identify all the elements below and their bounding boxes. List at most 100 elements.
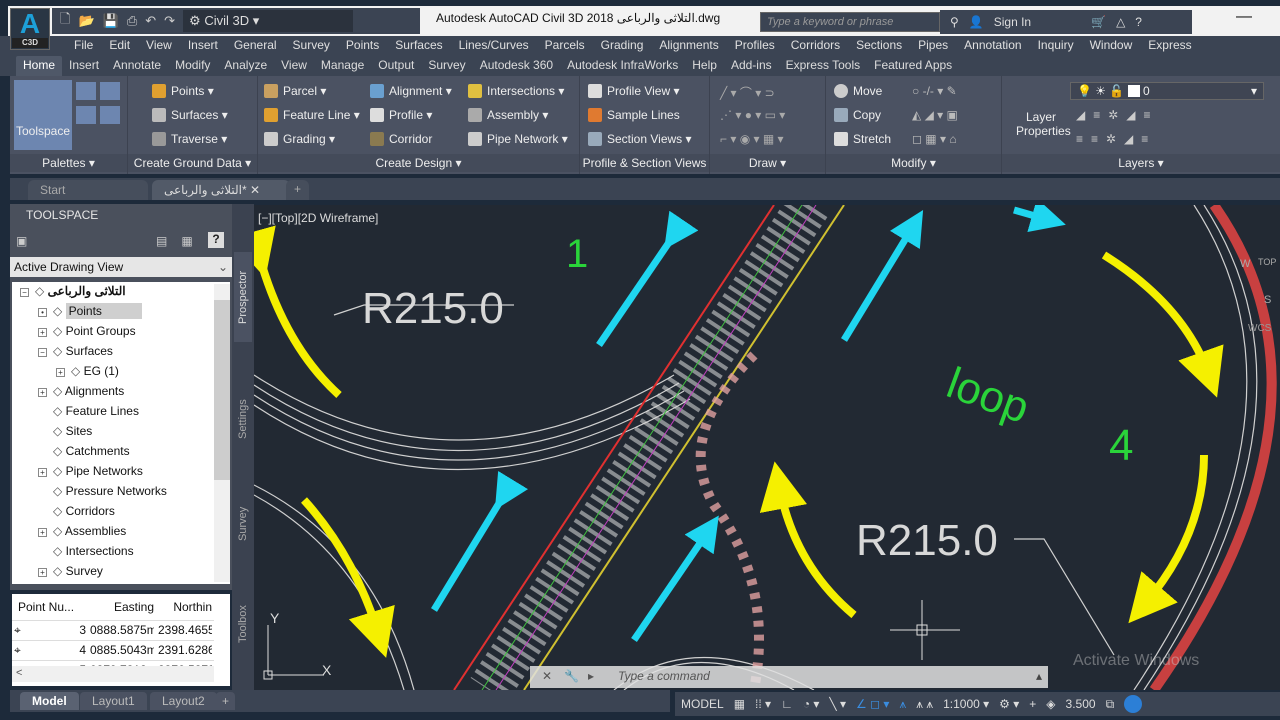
tab-insert[interactable]: Insert: [62, 56, 106, 76]
tab-analyze[interactable]: Analyze: [217, 56, 274, 76]
corridor-button[interactable]: Corridor: [370, 132, 432, 146]
scale-icon[interactable]: ◻ ▦ ▾ ⌂: [912, 132, 957, 146]
close-icon[interactable]: ✕: [542, 669, 552, 683]
tab-home[interactable]: Home: [16, 56, 63, 76]
menu-pipes[interactable]: Pipes: [910, 36, 956, 56]
workspace-dropdown[interactable]: ⚙ Civil 3D ▾: [183, 10, 354, 32]
isodraft-icon[interactable]: ╲ ▾: [829, 697, 846, 711]
command-line[interactable]: ✕ 🔧 ▸ Type a command ▴: [530, 666, 1048, 688]
rotate-icon[interactable]: ○ -/- ▾ ✎: [912, 84, 957, 98]
tree-item[interactable]: + ◇ Pipe Networks: [38, 464, 143, 478]
add-layout-button[interactable]: +: [216, 692, 236, 710]
assembly-button[interactable]: Assembly ▾: [468, 108, 548, 122]
menu-survey[interactable]: Survey: [285, 36, 338, 56]
tab-annotate[interactable]: Annotate: [106, 56, 168, 76]
menu-express[interactable]: Express: [1140, 36, 1199, 56]
circle-icon[interactable]: ⋰ ▾ ● ▾ ▭ ▾: [720, 108, 785, 122]
pipe-network-button[interactable]: Pipe Network ▾: [468, 132, 568, 146]
polar-icon[interactable]: ◔ ▾: [803, 697, 820, 711]
grid-horizontal-scrollbar[interactable]: <: [12, 666, 214, 682]
tree-item[interactable]: ◇ Feature Lines: [38, 404, 139, 418]
draw-label[interactable]: Draw ▾: [710, 154, 825, 172]
column-header[interactable]: Point Nu...: [18, 600, 86, 614]
grid-icon[interactable]: ▦: [734, 697, 745, 711]
menu-insert[interactable]: Insert: [180, 36, 226, 56]
feature-line-button[interactable]: Feature Line ▾: [264, 108, 360, 122]
expand-toggle[interactable]: +: [38, 388, 47, 397]
menu-alignments[interactable]: Alignments: [651, 36, 726, 56]
expand-toggle[interactable]: +: [38, 468, 47, 477]
annotation-visibility-icon[interactable]: ⩚: [899, 697, 906, 712]
survey-icon[interactable]: [76, 106, 96, 124]
profile-view-button[interactable]: Profile View ▾: [588, 84, 680, 98]
menu-view[interactable]: View: [138, 36, 180, 56]
ortho-icon[interactable]: ∟: [781, 697, 793, 711]
side-tab-toolbox[interactable]: Toolbox: [234, 584, 252, 664]
menu-annotation[interactable]: Annotation: [956, 36, 1029, 56]
expand-toggle[interactable]: +: [56, 368, 65, 377]
tab-featuredapps[interactable]: Featured Apps: [867, 56, 959, 76]
expand-toggle[interactable]: •: [38, 308, 47, 317]
tree-item[interactable]: + ◇ EG (1): [56, 364, 119, 378]
app-menu-button[interactable]: A C3D: [10, 8, 50, 50]
column-header[interactable]: Easting: [94, 600, 154, 614]
clean-screen-icon[interactable]: [1124, 695, 1143, 713]
sample-lines-button[interactable]: Sample Lines: [588, 108, 680, 122]
tab-manage[interactable]: Manage: [314, 56, 371, 76]
tab-layout1[interactable]: Layout1: [80, 692, 147, 710]
tab-view[interactable]: View: [274, 56, 314, 76]
toolbox-icon[interactable]: [100, 106, 120, 124]
expand-toggle[interactable]: −: [38, 348, 47, 357]
column-header[interactable]: Northin: [162, 600, 212, 614]
tree-item[interactable]: ◇ Intersections: [38, 544, 134, 558]
search-input[interactable]: Type a keyword or phrase: [760, 12, 940, 32]
toolspace-tools-icon[interactable]: ▤▦: [156, 234, 207, 248]
customize-icon[interactable]: 🔧: [564, 669, 579, 683]
tree-item[interactable]: ◇ Pressure Networks: [38, 484, 167, 498]
menu-general[interactable]: General: [226, 36, 285, 56]
create-design-label[interactable]: Create Design ▾: [258, 154, 579, 172]
tree-item[interactable]: + ◇ Survey: [38, 564, 103, 578]
expand-toggle[interactable]: +: [38, 528, 47, 537]
menu-inquiry[interactable]: Inquiry: [1030, 36, 1082, 56]
gear-icon[interactable]: ⚙ ▾: [999, 697, 1019, 711]
modify-label[interactable]: Modify ▾: [826, 154, 1001, 172]
move-button[interactable]: Move: [834, 84, 882, 98]
tab-drawing[interactable]: التلاثى والرباعى* ✕: [152, 180, 290, 200]
sign-in-button[interactable]: Sign In: [994, 15, 1031, 29]
menu-profiles[interactable]: Profiles: [727, 36, 783, 56]
tree-item[interactable]: ◇ Sites: [38, 424, 92, 438]
layer-dropdown[interactable]: 💡 ☀ 🔓 0 ▾: [1070, 82, 1264, 100]
menu-window[interactable]: Window: [1082, 36, 1141, 56]
snap-icon[interactable]: ⁞⁞ ▾: [755, 697, 771, 711]
traverse-button[interactable]: Traverse ▾: [152, 132, 227, 146]
menu-file[interactable]: File: [66, 36, 101, 56]
undo-icon[interactable]: ↶: [145, 13, 156, 29]
expand-toggle[interactable]: +: [38, 328, 47, 337]
menu-edit[interactable]: Edit: [101, 36, 138, 56]
help-icon[interactable]: ?: [1135, 15, 1142, 29]
tree-item[interactable]: + ◇ Alignments: [38, 384, 124, 398]
table-row[interactable]: ⌖30888.5875m2398.4655m: [12, 620, 214, 640]
tab-addins[interactable]: Add-ins: [724, 56, 779, 76]
a360-icon[interactable]: △: [1116, 15, 1125, 29]
plus-icon[interactable]: +: [1029, 697, 1036, 711]
tree-item[interactable]: ◇ Corridors: [38, 504, 115, 518]
create-ground-label[interactable]: Create Ground Data ▾: [128, 154, 257, 172]
menu-points[interactable]: Points: [338, 36, 387, 56]
menu-parcels[interactable]: Parcels: [537, 36, 593, 56]
layer-properties-button[interactable]: Layer Properties: [1016, 84, 1071, 138]
settings-icon[interactable]: [100, 82, 120, 100]
tab-survey[interactable]: Survey: [421, 56, 472, 76]
palettes-label[interactable]: Palettes ▾: [10, 154, 127, 172]
mirror-icon[interactable]: ◭ ◢ ▾ ▣: [912, 108, 958, 122]
tab-modify[interactable]: Modify: [168, 56, 217, 76]
open-icon[interactable]: 📂: [78, 13, 94, 29]
profile-button[interactable]: Profile ▾: [370, 108, 432, 122]
history-icon[interactable]: ▴: [1036, 669, 1042, 683]
tab-autodeskinfraworks[interactable]: Autodesk InfraWorks: [560, 56, 685, 76]
command-input[interactable]: Type a command: [618, 669, 710, 683]
tree-item[interactable]: + ◇ Point Groups: [38, 324, 136, 338]
menu-linescurves[interactable]: Lines/Curves: [451, 36, 537, 56]
line-icon[interactable]: ╱ ▾ ⌒ ▾ ⊃: [720, 84, 775, 101]
